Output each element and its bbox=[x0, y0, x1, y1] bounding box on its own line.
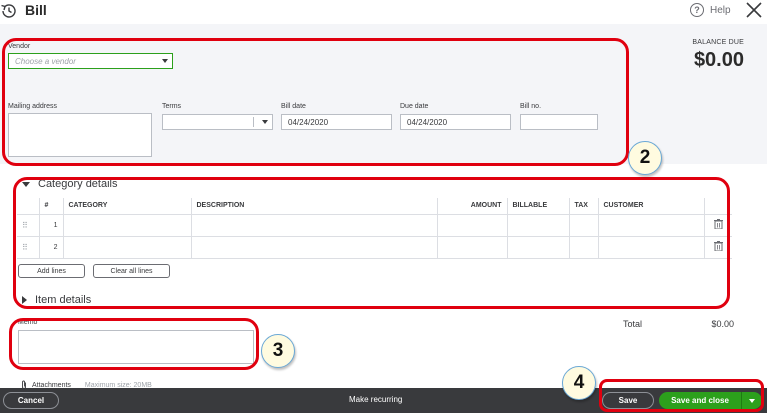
drag-handle-icon[interactable]: ⠿ bbox=[22, 243, 28, 252]
help-label: Help bbox=[710, 4, 731, 16]
amount-cell[interactable] bbox=[436, 236, 507, 259]
column-header: CUSTOMER bbox=[597, 198, 704, 215]
mailing-address-label: Mailing address bbox=[8, 103, 58, 110]
due-date-label: Due date bbox=[400, 103, 429, 110]
category-cell[interactable] bbox=[62, 236, 191, 259]
chevron-down-icon[interactable] bbox=[742, 398, 762, 403]
drag-handle-icon[interactable]: ⠿ bbox=[22, 221, 28, 230]
trash-icon[interactable] bbox=[713, 241, 723, 251]
description-cell[interactable] bbox=[190, 214, 437, 237]
close-icon[interactable] bbox=[744, 0, 764, 20]
total-label: Total bbox=[623, 319, 643, 329]
billable-cell[interactable] bbox=[506, 236, 569, 259]
bill-date-label: Bill date bbox=[281, 103, 306, 110]
trash-icon[interactable] bbox=[713, 219, 723, 229]
memo-label: Memo bbox=[18, 319, 38, 326]
terms-label: Terms bbox=[162, 103, 182, 110]
annotation-badge: 4 bbox=[562, 366, 596, 400]
column-header-drag bbox=[17, 198, 39, 215]
header-bar: Bill ? Help bbox=[0, 0, 767, 24]
terms-divider bbox=[253, 117, 254, 127]
chevron-down-icon[interactable] bbox=[157, 54, 172, 68]
tax-cell[interactable] bbox=[568, 236, 598, 259]
category-table: # CATEGORY DESCRIPTION AMOUNT BILLABLE T… bbox=[17, 198, 732, 259]
clear-all-lines-button[interactable]: Clear all lines bbox=[93, 264, 170, 278]
customer-cell[interactable] bbox=[597, 214, 704, 237]
tax-cell[interactable] bbox=[568, 214, 598, 237]
bill-no-field[interactable] bbox=[520, 114, 598, 130]
column-header: DESCRIPTION bbox=[190, 198, 437, 215]
description-cell[interactable] bbox=[190, 236, 437, 259]
category-details-title: Category details bbox=[38, 178, 118, 190]
row-number: 1 bbox=[38, 214, 63, 237]
column-header-actions bbox=[703, 198, 732, 215]
chevron-down-icon[interactable] bbox=[257, 115, 272, 129]
caret-right-icon bbox=[22, 296, 27, 304]
terms-select[interactable] bbox=[162, 114, 273, 130]
bill-no-label: Bill no. bbox=[520, 103, 542, 110]
page-title: Bill bbox=[25, 2, 47, 18]
row-number: 2 bbox=[38, 236, 63, 259]
vendor-select[interactable]: Choose a vendor bbox=[8, 53, 173, 69]
table-row[interactable]: ⠿ 1 bbox=[17, 214, 732, 237]
balance-due-value: $0.00 bbox=[693, 49, 744, 71]
column-header: # bbox=[38, 198, 63, 215]
cancel-button[interactable]: Cancel bbox=[3, 392, 59, 409]
vendor-placeholder: Choose a vendor bbox=[15, 56, 76, 66]
due-date-field[interactable]: 04/24/2020 bbox=[400, 114, 511, 130]
help-icon: ? bbox=[690, 3, 704, 17]
mailing-address-field[interactable] bbox=[8, 113, 152, 157]
table-header-row: # CATEGORY DESCRIPTION AMOUNT BILLABLE T… bbox=[17, 198, 732, 215]
column-header: AMOUNT bbox=[436, 198, 507, 215]
column-header: BILLABLE bbox=[506, 198, 569, 215]
annotation-badge: 2 bbox=[628, 141, 662, 175]
save-button[interactable]: Save bbox=[602, 392, 654, 409]
make-recurring-link[interactable]: Make recurring bbox=[349, 395, 402, 404]
item-details-toggle[interactable]: Item details bbox=[22, 294, 91, 306]
balance-due-label: BALANCE DUE bbox=[692, 39, 744, 46]
save-and-close-label: Save and close bbox=[671, 396, 729, 405]
bill-date-field[interactable]: 04/24/2020 bbox=[281, 114, 392, 130]
history-icon[interactable] bbox=[0, 2, 18, 20]
table-row[interactable]: ⠿ 2 bbox=[17, 236, 732, 259]
column-header: CATEGORY bbox=[62, 198, 191, 215]
add-lines-button[interactable]: Add lines bbox=[18, 264, 85, 278]
total-value: $0.00 bbox=[711, 319, 734, 329]
column-header: TAX bbox=[568, 198, 598, 215]
billable-cell[interactable] bbox=[506, 214, 569, 237]
category-cell[interactable] bbox=[62, 214, 191, 237]
vendor-label: Vendor bbox=[8, 43, 31, 50]
customer-cell[interactable] bbox=[597, 236, 704, 259]
amount-cell[interactable] bbox=[436, 214, 507, 237]
category-details-toggle[interactable]: Category details bbox=[22, 178, 118, 190]
caret-down-icon bbox=[22, 181, 30, 187]
memo-field[interactable] bbox=[18, 330, 254, 364]
item-details-title: Item details bbox=[35, 294, 92, 306]
annotation-badge: 3 bbox=[261, 334, 295, 368]
help-button[interactable]: ? Help bbox=[690, 2, 731, 18]
save-and-close-button[interactable]: Save and close bbox=[659, 392, 762, 409]
